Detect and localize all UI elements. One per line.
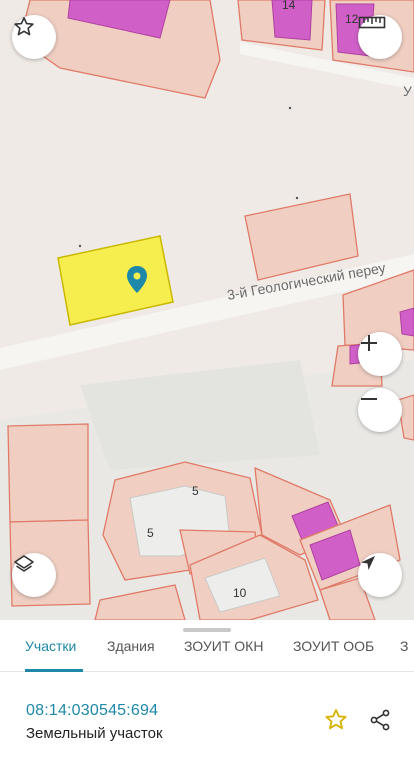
parcel[interactable] [7, 423, 89, 523]
tab-more[interactable]: З [400, 620, 408, 672]
house-number: 12 [345, 12, 359, 26]
minus-icon [361, 398, 377, 400]
cadastral-number[interactable]: 08:14:030545:694 [26, 702, 158, 720]
map-dot [295, 196, 299, 200]
tab-bar: Участки Здания ЗОУИТ ОКН ЗОУИТ ООБ З [0, 620, 414, 672]
ruler-button[interactable] [358, 15, 402, 59]
tab-buildings[interactable]: Здания [107, 620, 155, 672]
map-area-green [80, 360, 320, 470]
street-label-top: У [403, 83, 412, 99]
parcel-info-panel[interactable]: 08:14:030545:694 Земельный участок [0, 673, 414, 767]
selected-parcel[interactable] [57, 235, 174, 326]
favorite-parcel-button[interactable] [320, 704, 352, 736]
plus-icon [361, 335, 377, 351]
house-number: 14 [282, 0, 296, 12]
share-button[interactable] [364, 704, 396, 736]
favorite-button[interactable] [12, 15, 56, 59]
zoom-out-button[interactable] [358, 388, 402, 432]
building[interactable] [399, 307, 414, 337]
layers-icon [14, 555, 34, 572]
house-number: 5 [147, 526, 154, 540]
tab-zouit-oob[interactable]: ЗОУИТ ООБ [293, 620, 374, 672]
house-number: 10 [233, 586, 247, 600]
star-outline-icon [14, 17, 34, 36]
tab-zouit-okn[interactable]: ЗОУИТ ОКН [184, 620, 263, 672]
map-dot [78, 244, 82, 248]
navigation-arrow-icon [361, 556, 375, 570]
map-dot [288, 106, 292, 110]
zoom-in-button[interactable] [358, 332, 402, 376]
star-outline-icon [325, 709, 347, 730]
tab-parcels[interactable]: Участки [25, 620, 76, 672]
parcel-type: Земельный участок [26, 725, 163, 742]
ruler-icon [358, 16, 386, 29]
my-location-button[interactable] [358, 553, 402, 597]
map-canvas[interactable]: 3-й Геологический переу У 14 12 5 5 10 [0, 0, 414, 620]
layers-button[interactable] [12, 553, 56, 597]
active-tab-indicator [25, 669, 83, 672]
map-view[interactable]: 3-й Геологический переу У 14 12 5 5 10 [0, 0, 414, 620]
share-icon [370, 709, 390, 731]
house-number: 5 [192, 484, 199, 498]
